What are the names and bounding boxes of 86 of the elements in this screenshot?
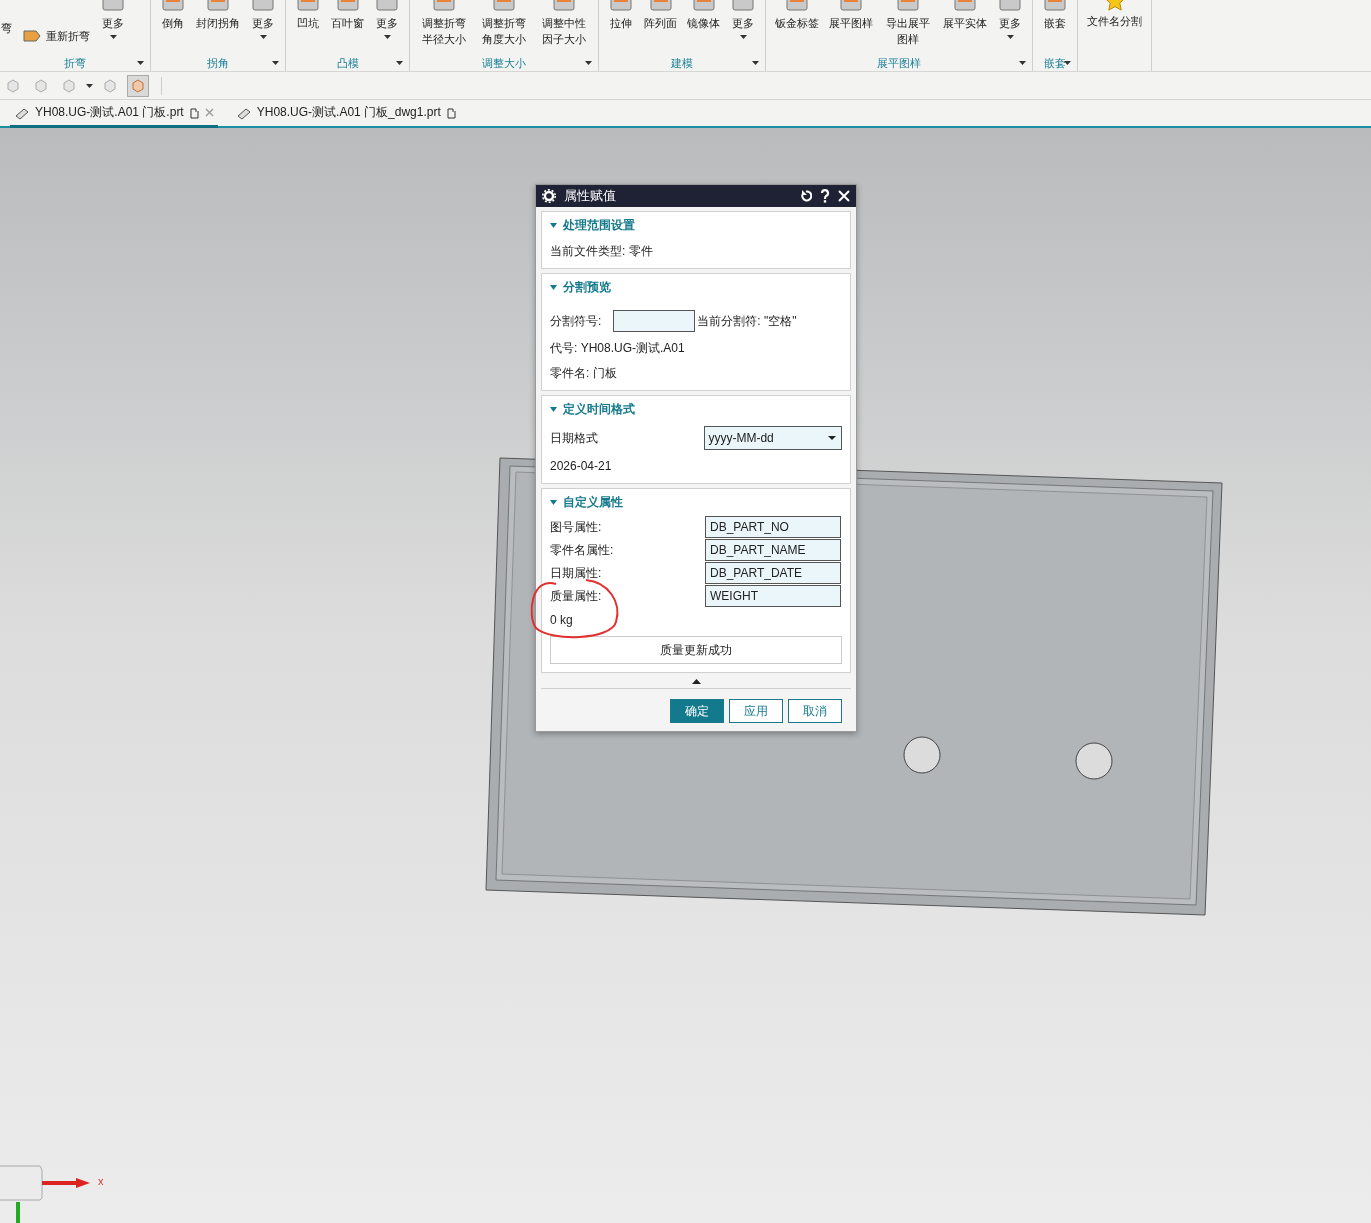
ribbon-button[interactable]: 文件名分割 — [1084, 0, 1145, 55]
input-field[interactable]: DB_PART_DATE — [705, 562, 841, 584]
dialog-title: 属性赋值 — [564, 187, 616, 205]
input-field[interactable]: DB_PART_NO — [705, 516, 841, 538]
settings-icon — [542, 189, 556, 203]
more-button[interactable]: 更多 — [97, 0, 129, 55]
dialog-button[interactable]: 确定 — [670, 699, 724, 723]
caret-icon — [739, 35, 747, 39]
ribbon-button[interactable]: 展平实体 — [940, 0, 990, 55]
group-label: 拐角 — [207, 55, 229, 71]
input-field[interactable]: WEIGHT — [705, 585, 841, 607]
ribbon-button[interactable]: 调整中性因子大小 — [536, 0, 592, 55]
ribbon-button[interactable]: 钣金标签 — [772, 0, 822, 55]
group-label: 折弯 — [64, 55, 86, 71]
ribbon-button[interactable]: 百叶窗 — [328, 0, 367, 55]
caret-icon — [383, 35, 391, 39]
caret-icon[interactable] — [1064, 61, 1071, 65]
cube-icon — [5, 77, 21, 94]
caret-icon[interactable] — [137, 61, 144, 65]
cube-icon — [33, 77, 49, 94]
section-header[interactable]: 定义时间格式 — [550, 400, 635, 418]
caret-icon — [109, 35, 117, 39]
input-field[interactable]: DB_PART_NAME — [705, 539, 841, 561]
group-label: 凸模 — [336, 55, 359, 71]
status-button[interactable]: 质量更新成功 — [550, 636, 842, 664]
section-header[interactable]: 自定义属性 — [550, 493, 623, 511]
axis-label: x — [98, 1175, 104, 1187]
caret-icon[interactable] — [752, 61, 759, 65]
ribbon-button[interactable]: 导出展平图样 — [880, 0, 936, 55]
field-label: 日期格式 — [550, 429, 599, 447]
group-label: 展平图样 — [877, 55, 921, 71]
reset-icon[interactable] — [800, 190, 812, 202]
group-label: 嵌套 — [1044, 55, 1066, 71]
ribbon-button[interactable]: 重新折弯 — [19, 27, 93, 45]
more-button[interactable]: 更多 — [727, 0, 759, 55]
field-label: 零件名属性: — [550, 541, 615, 559]
group-label: 调整大小 — [482, 55, 526, 71]
caret-icon — [259, 35, 267, 39]
cube-icon — [130, 77, 146, 94]
field-label: 分割符号: — [550, 312, 602, 330]
edit-icon — [188, 106, 200, 119]
ribbon-button[interactable]: 拉伸 — [605, 0, 637, 55]
cube-icon — [61, 77, 77, 94]
more-button[interactable]: 更多 — [371, 0, 403, 55]
ribbon-button[interactable]: 凹坑 — [292, 0, 324, 55]
view-tool-button[interactable] — [127, 74, 149, 97]
more-button[interactable]: 更多 — [247, 0, 279, 55]
bend-icon — [22, 27, 42, 45]
ribbon-button[interactable]: 展平图样 — [826, 0, 876, 55]
field-label: 日期属性: — [550, 564, 603, 582]
caret-icon — [828, 436, 836, 440]
ribbon-button[interactable]: 倒角 — [157, 0, 189, 55]
caret-icon[interactable] — [1019, 61, 1026, 65]
info-text: 代号: YH08.UG-测试.A01 — [550, 339, 685, 357]
help-icon[interactable] — [820, 189, 830, 203]
ribbon-button[interactable]: 调整折弯半径大小 — [416, 0, 472, 55]
info-text: 当前文件类型: 零件 — [550, 242, 653, 260]
info-text: 0 kg — [550, 613, 573, 627]
more-button[interactable]: 更多 — [994, 0, 1026, 55]
ribbon-button[interactable]: 阵列面 — [641, 0, 680, 55]
collapse-icon[interactable] — [691, 679, 701, 684]
ribbon-button[interactable]: 封闭拐角 — [193, 0, 243, 55]
dialog-button[interactable]: 取消 — [788, 699, 842, 723]
dropdown[interactable]: yyyy-MM-dd — [704, 426, 842, 450]
field-label: 质量属性: — [550, 587, 603, 605]
cube-icon — [102, 77, 118, 94]
ribbon-button[interactable]: 调整折弯角度大小 — [476, 0, 532, 55]
dialog-button[interactable]: 应用 — [729, 699, 783, 723]
file-tab[interactable]: YH08.UG-测试.A01 门板_dwg1.prt — [231, 100, 461, 128]
section-header[interactable]: 处理范围设置 — [550, 216, 635, 234]
ribbon-button[interactable]: 嵌套 — [1039, 0, 1071, 55]
caret-icon[interactable] — [272, 61, 279, 65]
info-text: 2026-04-21 — [550, 459, 612, 473]
info-text: 当前分割符: "空格" — [697, 312, 797, 330]
input-field[interactable] — [613, 310, 696, 332]
caret-icon[interactable] — [585, 61, 592, 65]
ribbon-button[interactable]: 镜像体 — [684, 0, 723, 55]
section-header[interactable]: 分割预览 — [550, 278, 611, 296]
info-text: 零件名: 门板 — [550, 364, 617, 382]
field-label: 图号属性: — [550, 518, 603, 536]
caret-icon — [1006, 35, 1014, 39]
group-label: 建模 — [671, 55, 693, 71]
caret-icon[interactable] — [396, 61, 403, 65]
edit-icon — [445, 106, 457, 119]
ribbon-button[interactable]: 弯 — [0, 19, 15, 36]
caret-icon[interactable] — [86, 83, 93, 88]
